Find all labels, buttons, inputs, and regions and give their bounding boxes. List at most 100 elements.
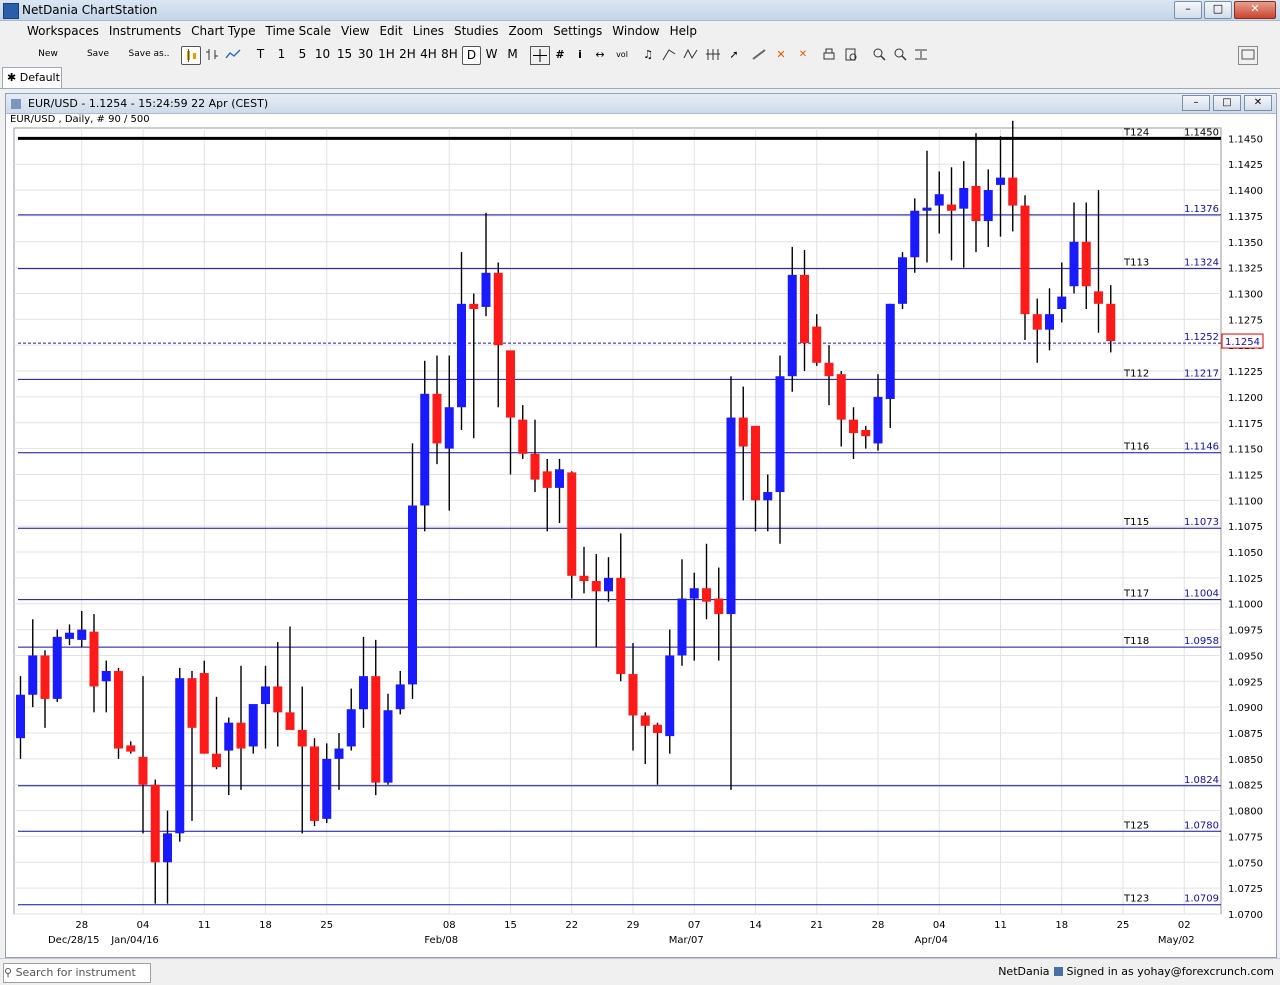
candle-body [432, 393, 442, 444]
candle-body [1081, 241, 1091, 287]
line-label: T113 [1123, 258, 1149, 269]
candle-body [40, 655, 50, 699]
candle-body [616, 577, 626, 675]
x-month-label: Feb/08 [424, 935, 458, 946]
candle-body [971, 185, 981, 222]
status-right: NetDania Signed in as yohay@forexcrunch.c… [998, 965, 1274, 978]
candle-body [310, 746, 319, 821]
x-tick-label: 21 [810, 920, 823, 931]
candle-body [334, 748, 344, 759]
connection-icon [1053, 967, 1063, 976]
line-label: T125 [1123, 820, 1149, 831]
candle-body [1106, 303, 1116, 342]
candle-body [285, 712, 295, 730]
y-tick-label: 1.1350 [1228, 238, 1263, 249]
signed-in-label: Signed in as yohay@forexcrunch.com [1066, 965, 1275, 978]
x-tick-label: 18 [1055, 920, 1068, 931]
y-tick-label: 1.1200 [1228, 393, 1263, 404]
y-tick-label: 1.0700 [1228, 910, 1263, 921]
candle-body [934, 194, 944, 206]
y-tick-label: 1.0825 [1228, 781, 1263, 792]
candle-body [52, 636, 62, 699]
candle-body [665, 655, 675, 737]
candle-body [322, 758, 332, 819]
x-tick-label: 11 [994, 920, 1007, 931]
candle-body [530, 453, 540, 480]
candle-body [677, 598, 687, 656]
y-tick-label: 1.1175 [1228, 419, 1263, 430]
candle-body [359, 676, 368, 710]
candle-body [187, 678, 197, 728]
y-tick-label: 1.0875 [1228, 729, 1263, 740]
y-tick-label: 1.1100 [1228, 496, 1263, 507]
candle-body [959, 187, 969, 209]
x-tick-label: 14 [749, 920, 762, 931]
candle-body [383, 710, 393, 783]
instrument-search-input[interactable]: ⚲ Search for instrument [3, 963, 151, 983]
line-value: 1.0709 [1184, 894, 1219, 905]
x-tick-label: 25 [1117, 920, 1130, 931]
line-label: T112 [1123, 368, 1149, 379]
x-month-label: May/02 [1158, 935, 1195, 946]
search-icon: ⚲ [4, 966, 16, 979]
candle-body [297, 729, 307, 747]
candle-body [518, 419, 528, 454]
y-tick-label: 1.0725 [1228, 884, 1263, 895]
candle-body [28, 655, 38, 695]
y-tick-label: 1.1225 [1228, 367, 1263, 378]
x-tick-label: 18 [259, 920, 272, 931]
y-tick-label: 1.0800 [1228, 807, 1263, 818]
line-value: 1.1252 [1184, 332, 1219, 343]
candle-body [481, 272, 491, 307]
candle-body [579, 575, 589, 581]
candle-body [16, 694, 25, 739]
candle-body [996, 177, 1005, 185]
x-month-label: Mar/07 [669, 935, 704, 946]
line-label: T124 [1123, 127, 1149, 138]
candle-body [824, 362, 834, 377]
candle-body [836, 374, 846, 420]
candle-body [1045, 314, 1054, 330]
candle-body [591, 580, 601, 592]
x-month-label: Jan/04/16 [110, 935, 159, 946]
line-label: T117 [1123, 589, 1149, 600]
candle-body [101, 670, 111, 682]
y-tick-label: 1.1125 [1228, 470, 1263, 481]
y-tick-label: 1.1425 [1228, 160, 1263, 171]
candle-body [714, 598, 724, 615]
candle-body [751, 425, 760, 501]
candle-body [849, 419, 858, 434]
candle-body [273, 686, 283, 713]
candle-body [346, 709, 356, 747]
candle-body [983, 190, 993, 222]
price-chart[interactable]: 1.1450 1.1425 1.1400 1.1375 1.1350 1.1325 1.13… [0, 0, 1280, 984]
line-label: T116 [1123, 442, 1149, 453]
x-tick-label: 04 [137, 920, 150, 931]
candle-body [1094, 291, 1103, 304]
y-tick-label: 1.0750 [1228, 858, 1263, 869]
candle-body [126, 745, 136, 752]
line-label: T118 [1123, 636, 1149, 647]
y-tick-label: 1.1300 [1228, 289, 1263, 300]
candle-body [469, 303, 479, 309]
x-tick-label: 02 [1178, 920, 1191, 931]
y-tick-label: 1.1025 [1228, 574, 1263, 585]
y-tick-label: 1.0975 [1228, 626, 1263, 637]
y-tick-label: 1.1000 [1228, 600, 1263, 611]
x-tick-label: 22 [565, 920, 578, 931]
y-tick-label: 1.0925 [1228, 677, 1263, 688]
candle-body [138, 756, 148, 785]
y-tick-label: 1.0950 [1228, 651, 1263, 662]
line-label: T123 [1123, 894, 1149, 905]
candle-body [408, 505, 417, 685]
x-month-label: Apr/04 [915, 935, 948, 946]
candle-body [248, 704, 258, 747]
candle-body [77, 629, 87, 640]
candle-body [1032, 314, 1042, 330]
candle-body [640, 715, 650, 726]
y-tick-label: 1.1375 [1228, 212, 1263, 223]
line-value: 1.0780 [1184, 820, 1219, 831]
line-value: 1.1217 [1184, 368, 1219, 379]
candle-body [420, 393, 430, 506]
candle-body [873, 396, 883, 444]
